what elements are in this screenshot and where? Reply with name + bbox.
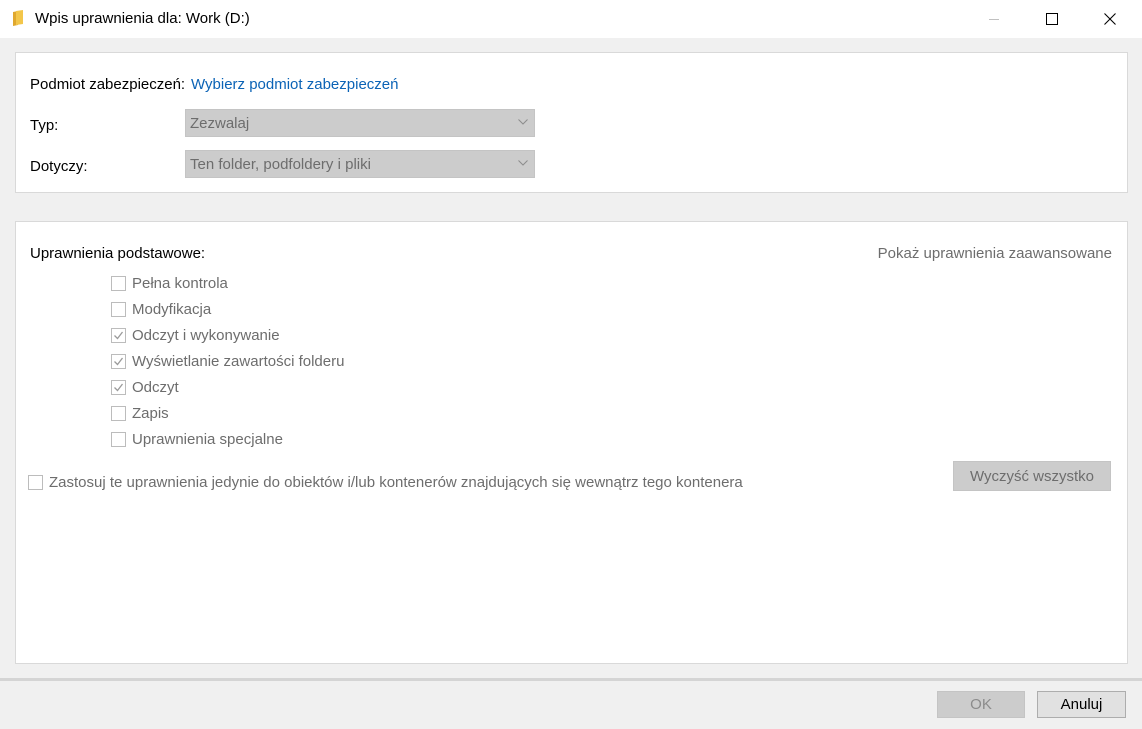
chevron-down-icon xyxy=(518,160,528,166)
title-bar: Wpis uprawnienia dla: Work (D:) xyxy=(0,0,1142,39)
show-advanced-link[interactable]: Pokaż uprawnienia zaawansowane xyxy=(878,245,1112,262)
maximize-icon xyxy=(1046,13,1058,25)
type-select[interactable]: Zezwalaj xyxy=(185,109,535,137)
principal-group: Podmiot zabezpieczeń: Wybierz podmiot za… xyxy=(15,52,1128,193)
permissions-group: Uprawnienia podstawowe: Pokaż uprawnieni… xyxy=(15,221,1128,664)
window-title: Wpis uprawnienia dla: Work (D:) xyxy=(35,10,250,27)
permission-label: Pełna kontrola xyxy=(132,274,228,292)
permission-checkbox[interactable] xyxy=(111,431,126,447)
applies-value: Ten folder, podfoldery i pliki xyxy=(190,156,371,173)
applies-select[interactable]: Ten folder, podfoldery i pliki xyxy=(185,150,535,178)
permission-row-uprawnienia-specjalne[interactable]: Uprawnienia specjalne xyxy=(111,429,283,449)
apply-inside-label: Zastosuj te uprawnienia jedynie do obiek… xyxy=(49,473,743,491)
checkmark-icon xyxy=(114,383,124,391)
permission-checkbox[interactable] xyxy=(111,379,126,395)
principal-label: Podmiot zabezpieczeń: xyxy=(30,76,186,93)
select-principal-link[interactable]: Wybierz podmiot zabezpieczeń xyxy=(191,76,398,93)
apply-inside-checkbox[interactable] xyxy=(28,474,43,490)
permission-row-odczyt[interactable]: Odczyt xyxy=(111,377,179,397)
permission-label: Zapis xyxy=(132,404,169,422)
permission-row-zapis[interactable]: Zapis xyxy=(111,403,169,423)
permission-row-modyfikacja[interactable]: Modyfikacja xyxy=(111,299,211,319)
type-value: Zezwalaj xyxy=(190,115,250,132)
permission-label: Wyświetlanie zawartości folderu xyxy=(132,352,345,370)
permission-label: Modyfikacja xyxy=(132,300,212,318)
ok-button[interactable]: OK xyxy=(937,691,1025,718)
type-label: Typ: xyxy=(30,117,59,134)
permission-row-wyswietlanie-zawartosci-folderu[interactable]: Wyświetlanie zawartości folderu xyxy=(111,351,344,371)
checkmark-icon xyxy=(114,357,124,365)
permission-checkbox[interactable] xyxy=(111,275,126,291)
permissions-heading: Uprawnienia podstawowe: xyxy=(30,245,206,262)
cancel-button[interactable]: Anuluj xyxy=(1037,691,1126,718)
permission-row-pelna-kontrola[interactable]: Pełna kontrola xyxy=(111,273,228,293)
minimize-button[interactable] xyxy=(965,0,1023,38)
folder-icon xyxy=(12,10,24,26)
permission-label: Uprawnienia specjalne xyxy=(132,430,283,448)
maximize-button[interactable] xyxy=(1023,0,1081,38)
permission-label: Odczyt i wykonywanie xyxy=(132,326,280,344)
clear-all-button[interactable]: Wyczyść wszystko xyxy=(953,461,1111,491)
checkmark-icon xyxy=(114,331,124,339)
applies-label: Dotyczy: xyxy=(30,158,88,175)
close-button[interactable] xyxy=(1081,0,1139,38)
permission-checkbox[interactable] xyxy=(111,353,126,369)
footer-divider xyxy=(0,678,1142,681)
permission-label: Odczyt xyxy=(132,378,179,396)
chevron-down-icon xyxy=(518,119,528,125)
minimize-icon xyxy=(989,19,999,20)
apply-inside-checkbox-row[interactable]: Zastosuj te uprawnienia jedynie do obiek… xyxy=(28,472,743,492)
permission-checkbox[interactable] xyxy=(111,301,126,317)
permission-row-odczyt-i-wykonywanie[interactable]: Odczyt i wykonywanie xyxy=(111,325,280,345)
close-icon xyxy=(1104,13,1116,25)
permission-checkbox[interactable] xyxy=(111,327,126,343)
permission-checkbox[interactable] xyxy=(111,405,126,421)
